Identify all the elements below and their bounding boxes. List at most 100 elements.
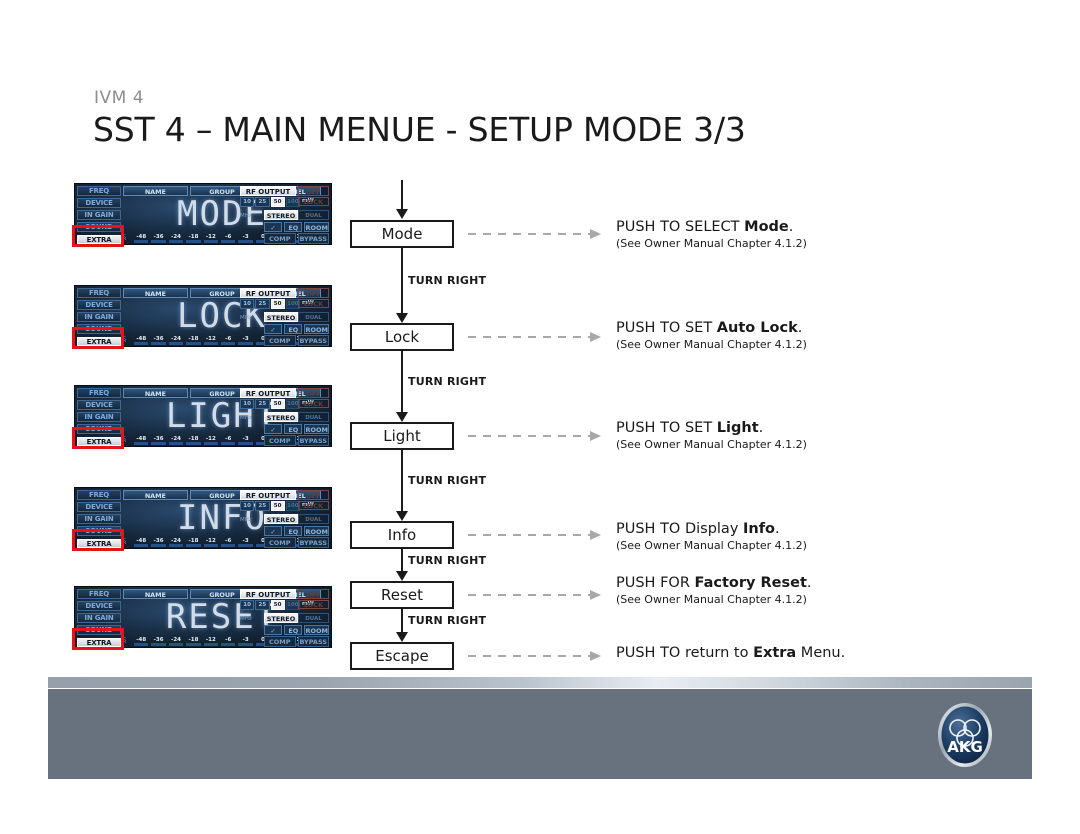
- lcd-power-50[interactable]: 50: [270, 298, 285, 309]
- flow-connector-arrow: [396, 609, 408, 642]
- annotation-1: PUSH TO SELECT Mode. (See Owner Manual Ch…: [616, 219, 946, 251]
- lcd-power-10[interactable]: 10: [240, 398, 255, 409]
- flow-box-escape[interactable]: Escape: [350, 642, 454, 670]
- lcd-stereo-indicator[interactable]: STEREO: [264, 312, 298, 322]
- lcd-mhz-label: MHz: [240, 616, 252, 622]
- lcd-power-25[interactable]: 25: [255, 500, 270, 511]
- lcd-menu-freq[interactable]: FREQ: [77, 288, 121, 298]
- lcd-right-panel: RF OUTPUT OFF 10 25 50 100 mW LOCK MHz STEREO DUAL…: [238, 388, 330, 446]
- lcd-power-25[interactable]: 25: [255, 298, 270, 309]
- lcd-menu-device[interactable]: DEVICE: [77, 601, 121, 611]
- extra-highlight-box: [72, 225, 124, 247]
- lcd-chip-bypass[interactable]: BYPASS: [297, 233, 329, 244]
- turn-right-label: TURN RIGHT: [408, 474, 487, 487]
- lcd-power-10[interactable]: 10: [240, 298, 255, 309]
- lcd-chip-[interactable]: ✓: [264, 222, 283, 232]
- lcd-menu-freq[interactable]: FREQ: [77, 388, 121, 398]
- lcd-right-panel: RF OUTPUT OFF 10 25 50 100 mW LOCK MHz STEREO DUAL…: [238, 589, 330, 647]
- lcd-chip-room[interactable]: ROOM: [304, 526, 329, 536]
- lcd-lock-indicator: LOCK: [298, 501, 329, 510]
- flow-box-mode[interactable]: Mode: [350, 220, 454, 248]
- lcd-menu-freq[interactable]: FREQ: [77, 186, 121, 196]
- lcd-meter-tick: -6: [220, 436, 236, 445]
- lcd-chip-[interactable]: ✓: [264, 424, 283, 434]
- lcd-dual-mono-indicator[interactable]: DUAL MONO: [298, 412, 329, 422]
- lcd-meter-tick: -24: [168, 538, 184, 547]
- lcd-power-10[interactable]: 10: [240, 196, 255, 207]
- lcd-power-50[interactable]: 50: [270, 599, 285, 610]
- lcd-power-25[interactable]: 25: [255, 398, 270, 409]
- flow-box-info[interactable]: Info: [350, 521, 454, 549]
- lcd-meter-tick: -24: [168, 234, 184, 243]
- lcd-chip-room[interactable]: ROOM: [304, 424, 329, 434]
- lcd-chip-[interactable]: ✓: [264, 526, 283, 536]
- lcd-chip-room[interactable]: ROOM: [304, 625, 329, 635]
- lcd-menu-device[interactable]: DEVICE: [77, 300, 121, 310]
- lcd-chip-eq[interactable]: EQ: [284, 526, 303, 536]
- lcd-stereo-indicator[interactable]: STEREO: [264, 210, 298, 220]
- flow-box-light[interactable]: Light: [350, 422, 454, 450]
- lcd-menu-device[interactable]: DEVICE: [77, 400, 121, 410]
- lcd-menu-device[interactable]: DEVICE: [77, 198, 121, 208]
- lcd-power-10[interactable]: 10: [240, 500, 255, 511]
- lcd-menu-freq[interactable]: FREQ: [77, 490, 121, 500]
- lcd-chip-comp[interactable]: COMP: [264, 636, 296, 647]
- lcd-chip-eq[interactable]: EQ: [284, 424, 303, 434]
- lcd-menu-in-gain[interactable]: IN GAIN: [77, 514, 121, 524]
- lcd-dual-mono-indicator[interactable]: DUAL MONO: [298, 514, 329, 524]
- lcd-lock-indicator: LOCK: [298, 197, 329, 206]
- lcd-chip-comp[interactable]: COMP: [264, 233, 296, 244]
- footer-bar: [48, 689, 1032, 779]
- lcd-chip-comp[interactable]: COMP: [264, 335, 296, 346]
- lcd-dual-mono-indicator[interactable]: DUAL MONO: [298, 210, 329, 220]
- lcd-meter-lr-label: LR: [123, 434, 127, 444]
- lcd-menu-in-gain[interactable]: IN GAIN: [77, 312, 121, 322]
- lcd-power-50[interactable]: 50: [270, 196, 285, 207]
- lcd-meter-tick: -48: [133, 336, 149, 345]
- lcd-mhz-label: MHz: [240, 315, 252, 321]
- lcd-comp-row: COMP BYPASS: [264, 636, 329, 647]
- lcd-menu-device[interactable]: DEVICE: [77, 502, 121, 512]
- flow-box-reset[interactable]: Reset: [350, 581, 454, 609]
- lcd-menu-in-gain[interactable]: IN GAIN: [77, 613, 121, 623]
- lcd-chip-bypass[interactable]: BYPASS: [297, 636, 329, 647]
- lcd-chip-room[interactable]: ROOM: [304, 222, 329, 232]
- lcd-menu-in-gain[interactable]: IN GAIN: [77, 412, 121, 422]
- lcd-chip-[interactable]: ✓: [264, 625, 283, 635]
- lcd-chip-eq[interactable]: EQ: [284, 625, 303, 635]
- flow-box-lock[interactable]: Lock: [350, 323, 454, 351]
- lcd-power-10[interactable]: 10: [240, 599, 255, 610]
- flow-dashed-connector: [468, 332, 601, 342]
- lcd-dual-mono-indicator[interactable]: DUAL MONO: [298, 613, 329, 623]
- extra-highlight-box: [72, 628, 124, 650]
- lcd-meter-tick: -36: [150, 234, 167, 243]
- lcd-chip-[interactable]: ✓: [264, 324, 283, 334]
- lcd-power-50[interactable]: 50: [270, 398, 285, 409]
- flow-connector-arrow: [396, 248, 408, 323]
- lcd-right-panel: RF OUTPUT OFF 10 25 50 100 mW LOCK MHz STEREO DUAL…: [238, 186, 330, 244]
- lcd-stereo-indicator[interactable]: STEREO: [264, 412, 298, 422]
- lcd-chip-eq[interactable]: EQ: [284, 222, 303, 232]
- flow-dashed-connector: [468, 431, 601, 441]
- lcd-power-25[interactable]: 25: [255, 599, 270, 610]
- lcd-menu-in-gain[interactable]: IN GAIN: [77, 210, 121, 220]
- lcd-power-25[interactable]: 25: [255, 196, 270, 207]
- lcd-eq-row: ✓ EQ ROOM: [264, 222, 329, 232]
- lcd-meter-lr-label: LR: [123, 232, 127, 242]
- lcd-chip-bypass[interactable]: BYPASS: [297, 537, 329, 548]
- lcd-chip-comp[interactable]: COMP: [264, 537, 296, 548]
- lcd-menu-freq[interactable]: FREQ: [77, 589, 121, 599]
- lcd-dual-mono-indicator[interactable]: DUAL MONO: [298, 312, 329, 322]
- lcd-chip-comp[interactable]: COMP: [264, 435, 296, 446]
- annotation-text: PUSH TO SELECT Mode.: [616, 219, 794, 235]
- lcd-chip-eq[interactable]: EQ: [284, 324, 303, 334]
- lcd-chip-room[interactable]: ROOM: [304, 324, 329, 334]
- lcd-stereo-indicator[interactable]: STEREO: [264, 514, 298, 524]
- lcd-chip-bypass[interactable]: BYPASS: [297, 335, 329, 346]
- flow-dashed-connector: [468, 590, 601, 600]
- lcd-chip-bypass[interactable]: BYPASS: [297, 435, 329, 446]
- lcd-stereo-indicator[interactable]: STEREO: [264, 613, 298, 623]
- lcd-meter-tick: -18: [185, 436, 202, 445]
- lcd-power-50[interactable]: 50: [270, 500, 285, 511]
- lcd-meter-lr-label: LR: [123, 635, 127, 645]
